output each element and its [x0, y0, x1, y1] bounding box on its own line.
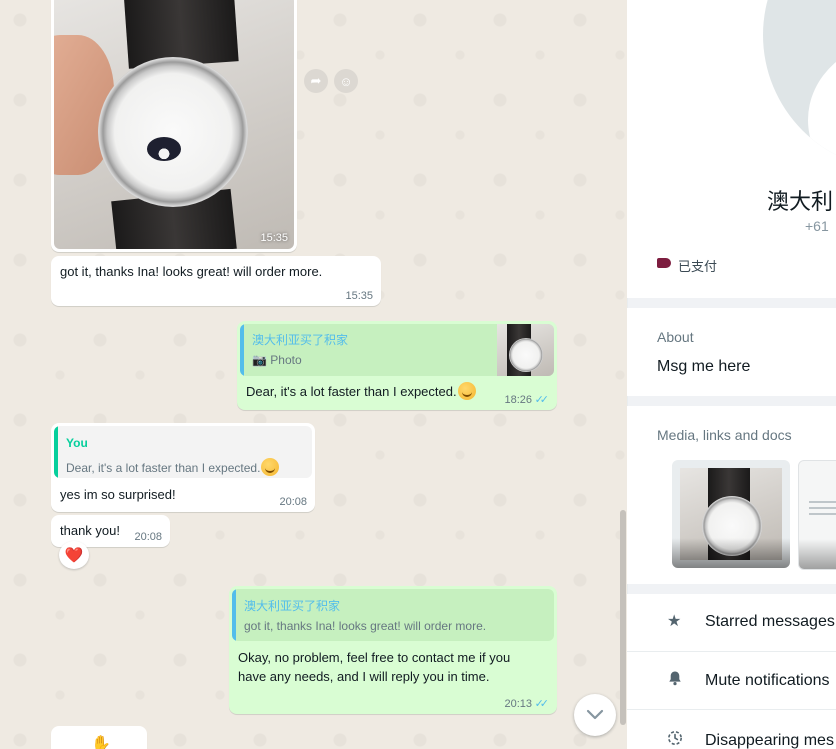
thumb-gradient — [799, 539, 836, 569]
heart-reaction[interactable]: ❤️ — [59, 541, 89, 569]
message-text: Dear, it's a lot faster than I expected. — [246, 382, 476, 401]
doc-lines — [809, 501, 836, 503]
quote-type: 📷 Photo — [252, 353, 302, 367]
watch-moonphase — [147, 137, 181, 161]
read-ticks-icon: ✓✓ — [534, 698, 550, 710]
contact-label[interactable]: 已支付 — [678, 256, 717, 275]
thumb-case — [509, 338, 543, 372]
media-title[interactable]: Media, links and docs — [657, 427, 792, 443]
star-icon: ★ — [667, 613, 682, 630]
quote-bar — [54, 426, 58, 478]
emoji-icon[interactable]: ☺ — [334, 69, 358, 93]
message-text: yes im so surprised! — [60, 487, 176, 502]
message-time: 20:13 — [504, 698, 532, 710]
watch-photo[interactable]: 15:35 — [54, 0, 294, 249]
quoted-message[interactable]: 澳大利亚买了积家 📷 Photo — [240, 324, 554, 376]
chat-scrollbar[interactable] — [620, 510, 626, 725]
quoted-message[interactable]: You Dear, it's a lot faster than I expec… — [54, 426, 312, 478]
timer-icon — [667, 730, 683, 749]
incoming-photo-message[interactable]: 15:35 — [51, 0, 297, 252]
media-thumbnail-doc[interactable] — [798, 460, 836, 570]
about-section — [627, 308, 836, 396]
heart-icon: ❤️ — [64, 547, 84, 564]
bell-icon — [667, 670, 683, 691]
contact-info-panel: 澳大利 +61 已支付 About Msg me here Media, lin… — [627, 0, 836, 749]
about-text: Msg me here — [657, 358, 751, 375]
media-thumbnail-watch[interactable] — [672, 460, 790, 568]
quote-type-label: Photo — [270, 353, 302, 367]
mute-notifications-label: Mute notifications — [705, 672, 830, 689]
thumbs-up-emoji: ✋ — [91, 736, 111, 749]
quote-bar — [232, 589, 236, 641]
quote-author: 澳大利亚买了积家 — [252, 333, 349, 347]
message-text: got it, thanks Ina! looks great! will or… — [60, 264, 323, 279]
camera-icon: 📷 — [252, 353, 267, 367]
read-ticks-icon: ✓✓ — [534, 394, 550, 406]
chat-panel[interactable]: 15:35 ➦ ☺ got it, thanks Ina! looks grea… — [0, 0, 627, 749]
hugging-face-emoji — [261, 458, 280, 476]
starred-messages-label: Starred messages — [705, 613, 835, 630]
quote-text: Dear, it's a lot faster than I expected. — [66, 458, 280, 476]
starred-messages-row[interactable]: ★ Starred messages — [627, 594, 836, 652]
label-tag-icon — [657, 258, 671, 268]
message-time: 18:26 — [504, 394, 532, 406]
message-text-content: Dear, it's a lot faster than I expected. — [246, 384, 457, 399]
outgoing-message[interactable]: 澳大利亚买了积家 got it, thanks Ina! looks great… — [229, 586, 557, 714]
mute-notifications-row[interactable]: Mute notifications — [627, 652, 836, 710]
message-text-line2: have any needs, and I will reply you in … — [238, 669, 490, 684]
contact-phone: +61 — [805, 218, 829, 234]
message-text: thank you! — [60, 523, 120, 538]
quote-author: 澳大利亚买了积家 — [244, 599, 341, 613]
contact-name: 澳大利 — [767, 189, 834, 214]
avatar[interactable] — [763, 0, 836, 170]
quote-text-content: Dear, it's a lot faster than I expected. — [66, 461, 261, 475]
quote-thumbnail — [497, 324, 554, 376]
photo-timestamp: 15:35 — [260, 232, 288, 244]
avatar-body-icon — [808, 40, 836, 170]
disappearing-messages-label: Disappearing mes — [705, 732, 834, 749]
disappearing-messages-row[interactable]: Disappearing mes — [627, 710, 836, 749]
quote-bar — [240, 324, 244, 376]
incoming-message[interactable]: got it, thanks Ina! looks great! will or… — [51, 256, 381, 306]
message-time: 20:08 — [134, 531, 162, 543]
chevron-down-icon[interactable] — [574, 694, 616, 736]
about-title: About — [657, 329, 694, 345]
quote-text: got it, thanks Ina! looks great! will or… — [244, 619, 487, 633]
hugging-face-emoji — [457, 382, 476, 400]
outgoing-message[interactable]: 澳大利亚买了积家 📷 Photo Dear, it's a lot faster… — [237, 321, 557, 410]
message-time: 15:35 — [345, 290, 373, 302]
forward-icon[interactable]: ➦ — [304, 69, 328, 93]
quote-author: You — [66, 436, 88, 450]
incoming-message-partial[interactable]: ✋ — [51, 726, 147, 749]
thumb-gradient — [672, 538, 790, 568]
quoted-message[interactable]: 澳大利亚买了积家 got it, thanks Ina! looks great… — [232, 589, 554, 641]
message-text-line1: Okay, no problem, feel free to contact m… — [238, 650, 511, 665]
watch-case — [98, 57, 248, 207]
incoming-message[interactable]: You Dear, it's a lot faster than I expec… — [51, 423, 315, 512]
message-time: 20:08 — [279, 496, 307, 508]
profile-section: 澳大利 +61 已支付 — [627, 0, 836, 298]
